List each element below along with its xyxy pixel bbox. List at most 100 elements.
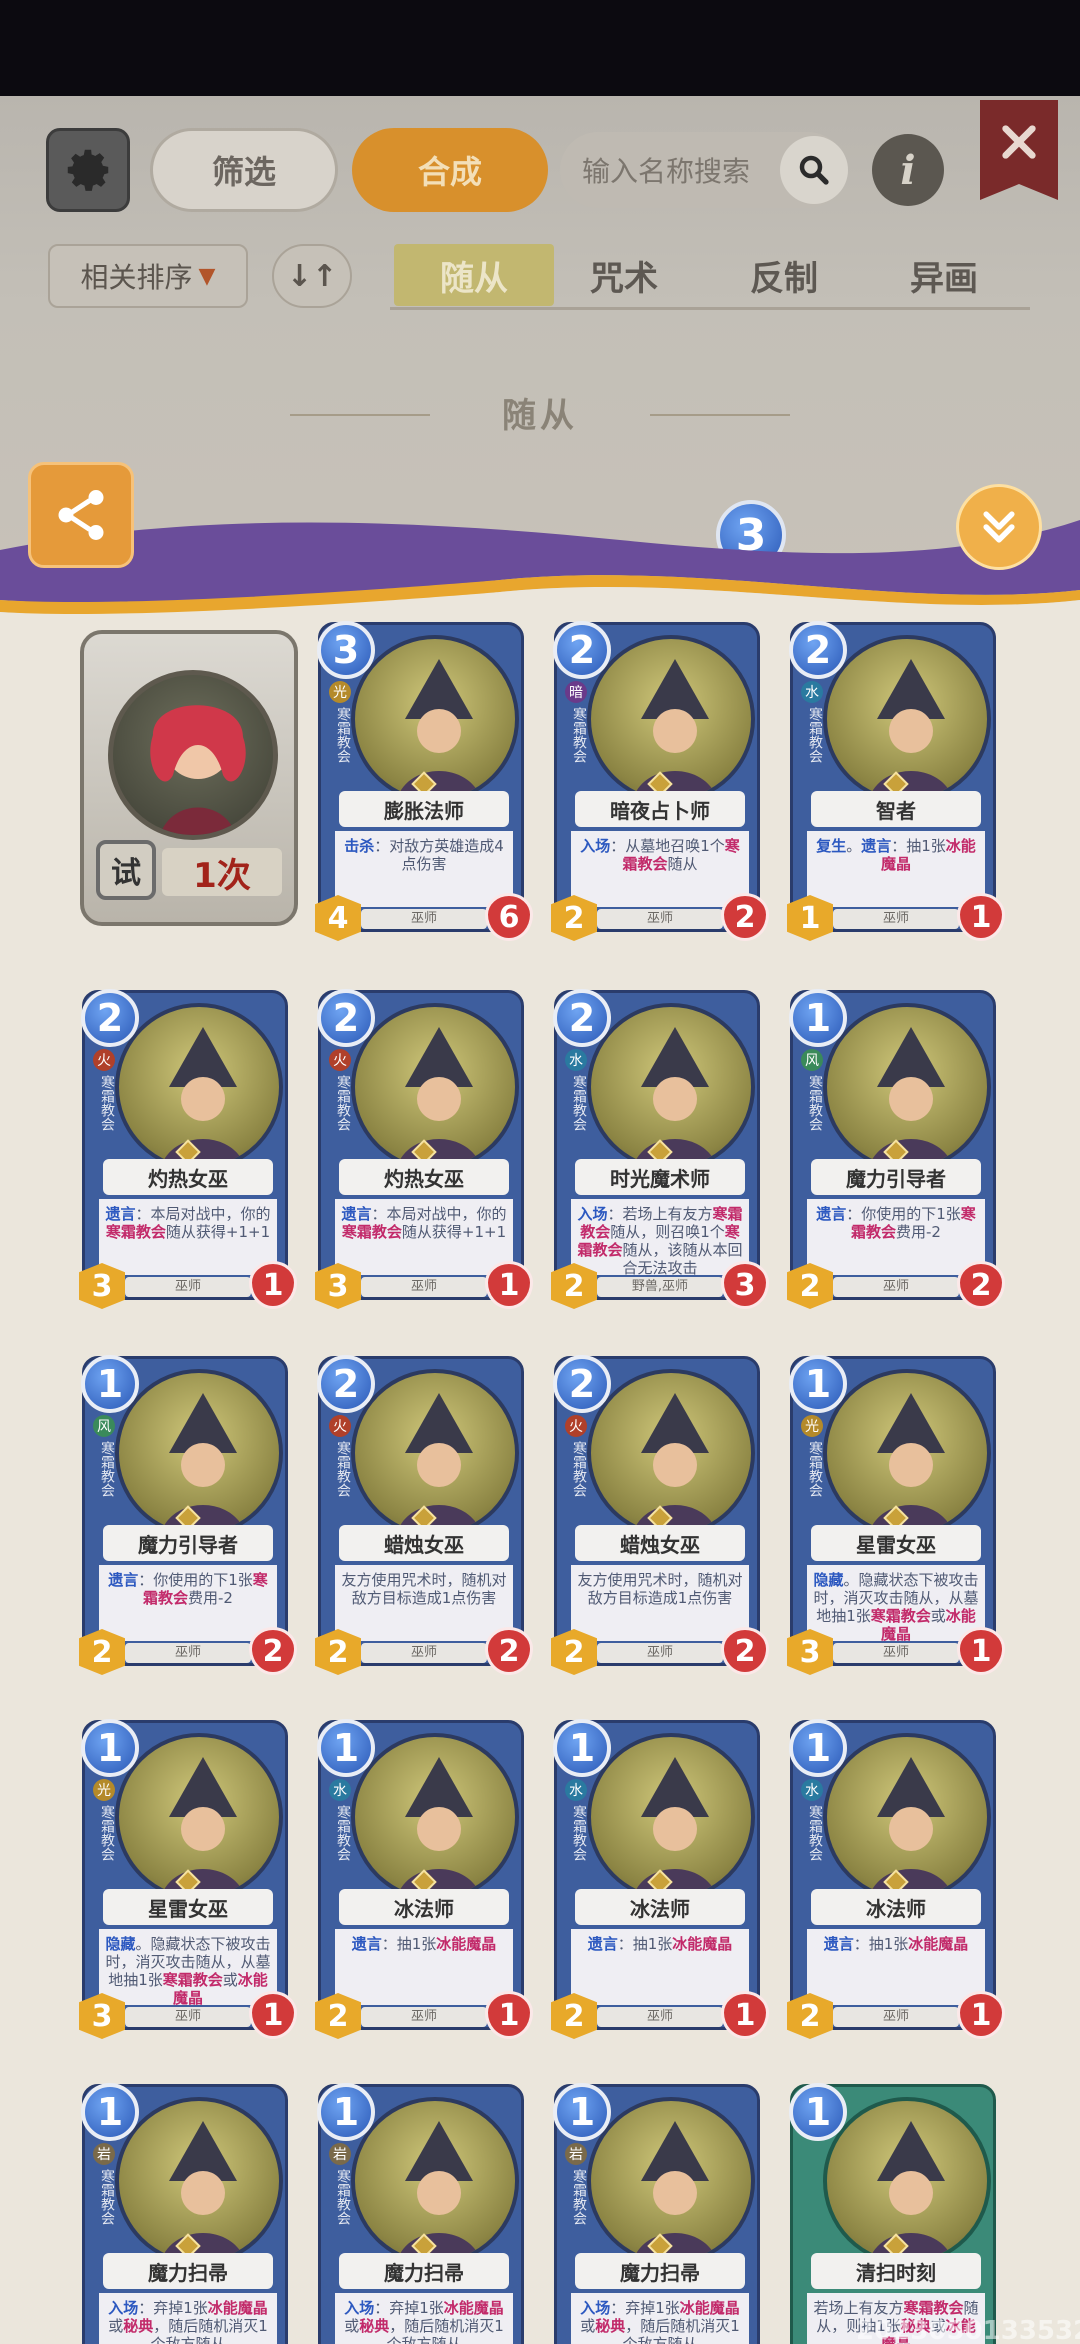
card-name: 时光魔术师 [575, 1159, 745, 1195]
faction-label: 寒霜教会 [807, 1075, 823, 1131]
search-button[interactable] [780, 136, 848, 204]
card[interactable]: 2 火寒霜教会 蜡烛女巫 友方使用咒术时，随机对敌方目标造成1点伤害 巫师 2 2 [315, 1355, 533, 1675]
description-segment: 复生 [816, 837, 847, 855]
card-cost: 2 [81, 989, 139, 1047]
description-segment: 入场 [580, 2299, 611, 2317]
card-tribe: 巫师 [125, 2007, 251, 2027]
card-tribe: 巫师 [361, 1277, 487, 1297]
description-segment: 冰能魔晶 [207, 2299, 268, 2317]
card[interactable]: 1 水寒霜教会 冰法师 遗言：抽1张冰能魔晶 巫师 2 1 [315, 1719, 533, 2039]
card-tribe: 巫师 [361, 909, 487, 929]
element-badge: 岩 [565, 2143, 587, 2165]
hero-portrait-card[interactable]: 试 1次 [80, 630, 298, 926]
tab-spells[interactable]: 咒术 [544, 244, 704, 306]
card[interactable]: 2 火寒霜教会 灼热女巫 遗言：本局对战中，你的寒霜教会随从获得+1+1 巫师 3 1 [315, 989, 533, 1309]
tab-alt-art[interactable]: 异画 [864, 244, 1024, 306]
element-badge: 火 [329, 1415, 351, 1437]
section-title: 随从 [502, 396, 578, 436]
faction-label: 寒霜教会 [571, 2169, 587, 2225]
card-art [351, 1369, 519, 1537]
card[interactable]: 2 火寒霜教会 灼热女巫 遗言：本局对战中，你的寒霜教会随从获得+1+1 巫师 3 1 [79, 989, 297, 1309]
card[interactable]: 1 岩寒霜教会 魔力扫帚 入场：弃掉1张冰能魔晶或秘典，随后随机消灭1个敌方随从 [81, 2083, 288, 2344]
filter-button[interactable]: 筛选 [150, 128, 338, 212]
card-tribe: 巫师 [125, 1643, 251, 1663]
description-segment: 友方使用咒术时，随机对敌方目标造成1点伤害 [577, 1571, 743, 1607]
card[interactable]: 3 光寒霜教会 膨胀法师 击杀：对敌方英雄造成4点伤害 巫师 4 6 [315, 621, 533, 941]
card-description: 遗言：你使用的下1张寒霜教会费用-2 [807, 1199, 985, 1275]
description-segment: 随从，则召唤1个 [610, 1223, 725, 1241]
card[interactable]: 2 水寒霜教会 时光魔术师 入场：若场上有友方寒霜教会随从，则召唤1个寒霜教会随从，该… [551, 989, 769, 1309]
description-segment: 冰能魔晶 [443, 2299, 504, 2317]
card[interactable]: 1 岩寒霜教会 魔力扫帚 入场：弃掉1张冰能魔晶或秘典，随后随机消灭1个敌方随从 [317, 2083, 524, 2344]
description-segment: 或 [108, 2317, 124, 2335]
card-attack: 3 [315, 1263, 361, 1309]
card-name: 灼热女巫 [103, 1159, 273, 1195]
card-name: 魔力引导者 [811, 1159, 981, 1195]
element-badge: 水 [565, 1049, 587, 1071]
card-name: 灼热女巫 [339, 1159, 509, 1195]
sort-direction-toggle[interactable]: ↓↑ [272, 244, 352, 308]
card-description: 友方使用咒术时，随机对敌方目标造成1点伤害 [335, 1565, 513, 1641]
card-name: 魔力扫帚 [575, 2253, 745, 2289]
element-badge: 火 [329, 1049, 351, 1071]
faction-label: 寒霜教会 [807, 1441, 823, 1497]
card-health: 2 [485, 1627, 533, 1675]
settings-button[interactable] [46, 128, 130, 212]
description-segment: 入场 [344, 2299, 375, 2317]
card-health: 1 [249, 1991, 297, 2039]
info-button[interactable]: i [872, 134, 944, 206]
card[interactable]: 2 水寒霜教会 智者 复生。遗言：抽1张冰能魔晶 巫师 1 1 [787, 621, 1005, 941]
card-description: 入场：若场上有友方寒霜教会随从，则召唤1个寒霜教会随从，该随从本回合无法攻击 [571, 1199, 749, 1277]
card[interactable]: 1 风寒霜教会 魔力引导者 遗言：你使用的下1张寒霜教会费用-2 巫师 2 2 [787, 989, 1005, 1309]
description-segment: ：本局对战中，你的 [135, 1205, 271, 1223]
sort-select[interactable]: 相关排序 ▼ [48, 244, 248, 308]
description-segment: 遗言 [587, 1935, 618, 1953]
card[interactable]: 2 火寒霜教会 蜡烛女巫 友方使用咒术时，随机对敌方目标造成1点伤害 巫师 2 2 [551, 1355, 769, 1675]
card-name: 星雷女巫 [811, 1525, 981, 1561]
card-cost: 1 [789, 1719, 847, 1777]
card-cost: 2 [553, 621, 611, 679]
tab-counters[interactable]: 反制 [704, 244, 864, 306]
expand-button[interactable] [956, 484, 1042, 570]
card-name: 魔力扫帚 [103, 2253, 273, 2289]
description-segment: ：你使用的下1张 [846, 1205, 961, 1223]
card[interactable]: 1 风寒霜教会 魔力引导者 遗言：你使用的下1张寒霜教会费用-2 巫师 2 2 [79, 1355, 297, 1675]
element-badge: 风 [801, 1049, 823, 1071]
card[interactable]: 1 水寒霜教会 冰法师 遗言：抽1张冰能魔晶 巫师 2 1 [787, 1719, 1005, 2039]
card-cost: 1 [789, 989, 847, 1047]
share-button[interactable] [28, 462, 134, 568]
card-description: 遗言：本局对战中，你的寒霜教会随从获得+1+1 [335, 1199, 513, 1275]
card[interactable]: 1 清扫时刻 若场上有友方寒霜教会随从，则抽1张秘典或冰能魔晶 [789, 2083, 996, 2344]
card-art [823, 1733, 991, 1901]
description-segment: ，随后随机消灭1个敌方随从 [622, 2317, 740, 2344]
card-health: 1 [721, 1991, 769, 2039]
card-art [587, 1733, 755, 1901]
description-segment: ：弃掉1张 [610, 2299, 680, 2317]
description-segment: 或 [580, 2317, 596, 2335]
card-health: 2 [721, 1627, 769, 1675]
card[interactable]: 1 水寒霜教会 冰法师 遗言：抽1张冰能魔晶 巫师 2 1 [551, 1719, 769, 2039]
card-tribe: 巫师 [833, 1277, 959, 1297]
card-art [823, 2097, 991, 2265]
card[interactable]: 1 光寒霜教会 星雷女巫 隐藏。隐藏状态下被攻击时，消灭攻击随从，从墓地抽1张寒霜教会… [79, 1719, 297, 2039]
trial-badge: 试 [96, 840, 156, 900]
element-badge: 岩 [93, 2143, 115, 2165]
card-description: 遗言：你使用的下1张寒霜教会费用-2 [99, 1565, 277, 1641]
card[interactable]: 1 岩寒霜教会 魔力扫帚 入场：弃掉1张冰能魔晶或秘典，随后随机消灭1个敌方随从 [553, 2083, 760, 2344]
card-health: 1 [249, 1261, 297, 1309]
card[interactable]: 2 暗寒霜教会 暗夜占卜师 入场：从墓地召唤1个寒霜教会随从 巫师 2 2 [551, 621, 769, 941]
description-segment: 秘典 [595, 2317, 626, 2335]
card[interactable]: 1 光寒霜教会 星雷女巫 隐藏。隐藏状态下被攻击时，消灭攻击随从，从墓地抽1张寒霜教会… [787, 1355, 1005, 1675]
card-cost: 1 [81, 1719, 139, 1777]
description-segment: 冰能魔晶 [672, 1935, 733, 1953]
card-art [351, 2097, 519, 2265]
card-description: 复生。遗言：抽1张冰能魔晶 [807, 831, 985, 907]
card-tribe: 巫师 [597, 909, 723, 929]
faction-label: 寒霜教会 [335, 1805, 351, 1861]
description-segment: 入场 [580, 837, 611, 855]
compose-button[interactable]: 合成 [352, 128, 548, 212]
description-segment: 遗言 [861, 837, 892, 855]
tab-minions[interactable]: 随从 [394, 244, 554, 306]
description-segment: ，随后随机消灭1个敌方随从 [150, 2317, 268, 2344]
card-cost: 2 [553, 1355, 611, 1413]
